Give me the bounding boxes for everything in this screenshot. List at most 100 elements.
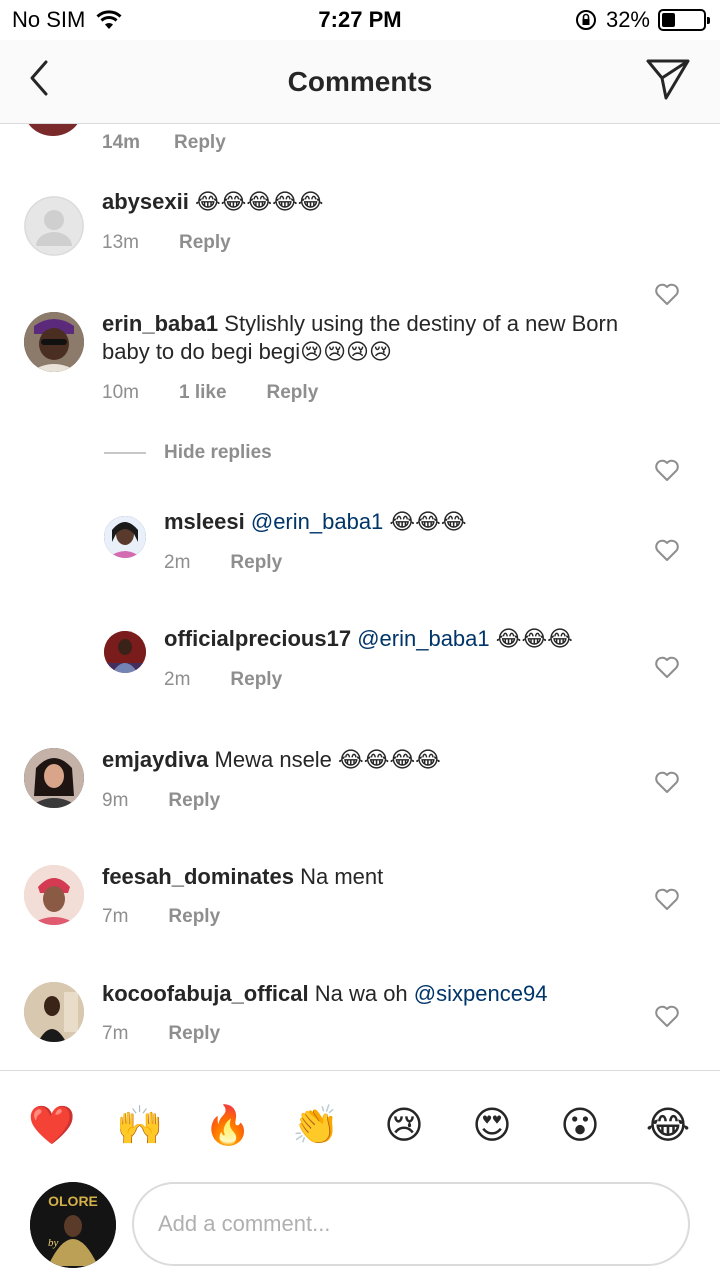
- heart-icon[interactable]: [654, 770, 680, 794]
- status-right: 32%: [574, 7, 710, 33]
- reply-body: officialprecious17 @erin_baba1 😂😂😂 2m Re…: [164, 625, 620, 694]
- comment-emoji: 😢😢😢😢: [300, 340, 392, 365]
- comment-input[interactable]: [132, 1182, 690, 1266]
- heart-icon[interactable]: [654, 458, 680, 482]
- comment-meta: 7m Reply: [102, 1020, 620, 1048]
- comment-username[interactable]: abysexii: [102, 189, 189, 214]
- heart-icon[interactable]: [654, 1004, 680, 1028]
- comment-time: 10m: [102, 382, 139, 403]
- comment-body: emjaydiva Mewa nsele 😂😂😂😂 9m Reply: [102, 746, 620, 815]
- comment-emoji: 😂😂😂😂: [338, 748, 441, 773]
- comment-body: feesah_dominates Na ment 7m Reply: [102, 863, 620, 931]
- likes-count[interactable]: 1 like: [179, 379, 227, 407]
- comment-meta: 14m Reply: [102, 132, 226, 154]
- reply-button[interactable]: Reply: [267, 379, 319, 407]
- avatar[interactable]: [104, 516, 146, 558]
- surprised-emoji-button[interactable]: 😮: [556, 1101, 604, 1149]
- reply-button[interactable]: Reply: [174, 132, 226, 154]
- reply-username[interactable]: msleesi: [164, 509, 245, 534]
- comment-time: 14m: [102, 132, 141, 153]
- user-avatar[interactable]: OLORE by: [30, 1182, 116, 1268]
- reply-emoji: 😂😂😂: [389, 510, 467, 535]
- avatar-photo: [24, 312, 84, 372]
- reply-time: 2m: [164, 552, 191, 573]
- battery-tip: [707, 17, 710, 24]
- avatar[interactable]: [104, 631, 146, 673]
- heart-icon[interactable]: [654, 538, 680, 562]
- heart-icon[interactable]: [654, 887, 680, 911]
- reply-button[interactable]: Reply: [230, 549, 282, 577]
- comment-body: erin_baba1 Stylishly using the destiny o…: [102, 310, 620, 407]
- comment-meta: 7m Reply: [102, 903, 620, 931]
- avatar-text-top: OLORE: [48, 1193, 98, 1209]
- avatar-photo: [104, 516, 146, 558]
- comment-body: abysexii 😂😂😂😂😂 13m Reply: [102, 188, 620, 257]
- paper-plane-icon[interactable]: [644, 56, 692, 102]
- comment-time: 7m: [102, 1023, 129, 1044]
- reply-emoji: 😂😂😂: [495, 627, 573, 652]
- reply-meta: 2m Reply: [164, 549, 620, 577]
- laughing-emoji-button[interactable]: 😂: [644, 1101, 692, 1149]
- avatar-photo: [24, 865, 84, 925]
- heart-icon[interactable]: [654, 655, 680, 679]
- comment-meta: 9m Reply: [102, 787, 620, 815]
- comment-username[interactable]: feesah_dominates: [102, 864, 294, 889]
- comment-time: 13m: [102, 232, 139, 253]
- reply-button[interactable]: Reply: [168, 787, 220, 815]
- avatar-photo: [24, 748, 84, 808]
- reply-username[interactable]: officialprecious17: [164, 626, 351, 651]
- avatar[interactable]: [24, 196, 84, 256]
- default-avatar-icon: [24, 196, 84, 256]
- crying-emoji-button[interactable]: 😢: [380, 1101, 428, 1149]
- reply-button[interactable]: Reply: [168, 903, 220, 931]
- status-bar: No SIM 7:27 PM 32%: [0, 0, 720, 40]
- reply-button[interactable]: Reply: [179, 229, 231, 257]
- avatar-photo: [104, 631, 146, 673]
- reply-button[interactable]: Reply: [230, 666, 282, 694]
- reply-time: 2m: [164, 669, 191, 690]
- heart-eyes-emoji-button[interactable]: 😍: [468, 1101, 516, 1149]
- comment-username[interactable]: emjaydiva: [102, 747, 208, 772]
- avatar-photo: OLORE by: [30, 1182, 116, 1268]
- mention-link[interactable]: @erin_baba1: [251, 509, 383, 534]
- mention-link[interactable]: @sixpence94: [414, 981, 548, 1006]
- comment-text: Na wa oh: [314, 981, 408, 1006]
- reply-button[interactable]: Reply: [168, 1020, 220, 1048]
- page-title: Comments: [287, 66, 433, 97]
- emoji-reaction-bar: ❤️ 🙌 🔥 👏 😢 😍 😮 😂: [0, 1070, 720, 1174]
- comment-text: Na ment: [300, 864, 384, 889]
- avatar[interactable]: [24, 124, 82, 136]
- comment-composer: OLORE by: [0, 1174, 720, 1280]
- raised-hands-emoji-button[interactable]: 🙌: [116, 1101, 164, 1149]
- comment-body: kocoofabuja_offical Na wa oh @sixpence94…: [102, 980, 620, 1048]
- comment-meta: 13m Reply: [102, 229, 620, 257]
- comment-time: 9m: [102, 790, 129, 811]
- comment-username[interactable]: kocoofabuja_offical: [102, 981, 309, 1006]
- battery-icon: [658, 9, 710, 31]
- comment-text: Mewa nsele: [214, 747, 332, 772]
- heart-emoji-button[interactable]: ❤️: [28, 1101, 76, 1149]
- avatar[interactable]: [24, 312, 84, 372]
- avatar[interactable]: [24, 865, 84, 925]
- battery-fill: [662, 13, 675, 27]
- mention-link[interactable]: @erin_baba1: [357, 626, 489, 651]
- divider-line: [104, 452, 146, 454]
- heart-icon[interactable]: [654, 282, 680, 306]
- reply-meta: 2m Reply: [164, 666, 620, 694]
- avatar-photo: [24, 982, 84, 1042]
- avatar[interactable]: [24, 748, 84, 808]
- comment-emoji: 😂😂😂😂😂: [194, 190, 324, 215]
- hide-replies-button[interactable]: Hide replies: [104, 442, 272, 464]
- header: Comments: [0, 40, 720, 124]
- fire-emoji-button[interactable]: 🔥: [204, 1101, 252, 1149]
- orientation-lock-icon: [575, 10, 596, 30]
- comments-list[interactable]: 14m Reply abysexii 😂😂😂😂😂 13m Reply erin_…: [0, 124, 720, 1070]
- comment-time: 7m: [102, 906, 129, 927]
- clapping-emoji-button[interactable]: 👏: [292, 1101, 340, 1149]
- comment-meta: 10m 1 like Reply: [102, 379, 620, 407]
- comment-username[interactable]: erin_baba1: [102, 311, 218, 336]
- battery-label: 32%: [605, 7, 650, 32]
- avatar-text-bottom: by: [48, 1237, 59, 1249]
- reply-body: msleesi @erin_baba1 😂😂😂 2m Reply: [164, 508, 620, 577]
- avatar[interactable]: [24, 982, 84, 1042]
